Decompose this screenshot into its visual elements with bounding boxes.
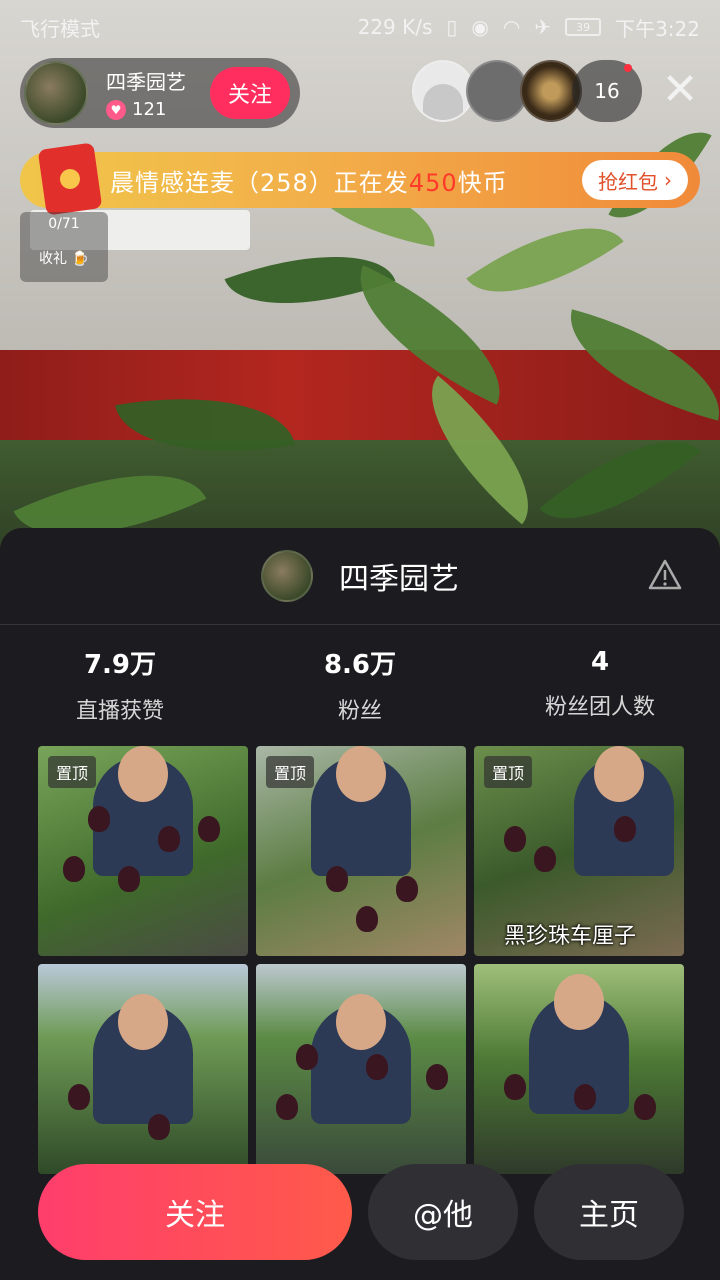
face	[336, 746, 386, 802]
fruit	[574, 1084, 596, 1110]
host-follow-button[interactable]: 关注	[210, 67, 290, 119]
fruit	[396, 876, 418, 902]
promo-amount: 450	[408, 168, 458, 197]
battery-level: 39	[576, 20, 591, 34]
host-info: 四季园艺 ♥ 121	[106, 66, 186, 120]
video-thumbnail[interactable]: 置顶	[256, 746, 466, 956]
fruit	[326, 866, 348, 892]
video-thumbnail[interactable]	[474, 964, 684, 1174]
pinned-badge: 置顶	[266, 756, 315, 788]
viewer-list[interactable]: 16	[412, 60, 642, 122]
fruit	[68, 1084, 90, 1110]
profile-header: 四季园艺	[0, 528, 720, 624]
battery-icon: 39	[565, 18, 602, 36]
vibrate-icon: ▯	[446, 15, 458, 39]
fruit	[276, 1094, 298, 1120]
fruit	[198, 816, 220, 842]
status-bar: 飞行模式 229 K/s ▯ ◉ ◠ ✈ 39 下午3:22	[0, 0, 720, 54]
homepage-button[interactable]: 主页	[534, 1164, 684, 1260]
grab-label: 抢红包	[598, 169, 658, 194]
default-avatar-icon	[423, 84, 463, 120]
follow-button[interactable]: 关注	[38, 1164, 352, 1260]
fruit	[296, 1044, 318, 1070]
beer-icon: 🍺	[71, 251, 89, 267]
video-thumbnail[interactable]	[38, 964, 248, 1174]
face	[118, 746, 168, 802]
video-thumbnail[interactable]: 置顶	[38, 746, 248, 956]
face	[554, 974, 604, 1030]
stat-label: 粉丝	[337, 698, 382, 724]
fruit	[118, 866, 140, 892]
stat-label: 粉丝团人数	[544, 695, 655, 720]
pinned-badge: 置顶	[484, 756, 533, 788]
profile-stats: 7.9万 直播获赞 8.6万 粉丝 4 粉丝团人数	[0, 625, 720, 743]
clock: 下午3:22	[615, 16, 700, 41]
net-speed: 229 K/s	[357, 15, 433, 39]
viewer-avatar[interactable]	[466, 60, 528, 122]
gift-label: 收礼	[39, 251, 68, 267]
status-icons: 229 K/s ▯ ◉ ◠ ✈ 39 下午3:22	[358, 13, 700, 42]
fruit	[158, 826, 180, 852]
host-name: 四季园艺	[106, 70, 186, 94]
host-likes: ♥ 121	[106, 99, 186, 120]
face	[336, 994, 386, 1050]
gift-progress-count: 0/71	[48, 216, 80, 232]
viewer-avatar[interactable]	[412, 60, 474, 122]
red-packet-icon	[37, 142, 103, 216]
airplane-mode-text: 飞行模式	[20, 16, 100, 41]
host-likes-count: 121	[132, 99, 167, 120]
stat-fans[interactable]: 8.6万 粉丝	[240, 625, 480, 743]
fruit	[356, 906, 378, 932]
stat-fan-club[interactable]: 4 粉丝团人数	[480, 625, 720, 743]
fruit	[88, 806, 110, 832]
stat-label: 直播获赞	[75, 698, 164, 724]
promo-text-suffix: 快币	[457, 168, 508, 197]
grab-red-packet-button[interactable]: 抢红包 ›	[582, 160, 688, 200]
eye-icon: ◉	[471, 15, 489, 39]
host-info-bar[interactable]: 四季园艺 ♥ 121 关注	[20, 58, 300, 128]
heart-icon: ♥	[106, 99, 126, 120]
stat-value: 8.6万	[323, 649, 397, 680]
fruit	[426, 1064, 448, 1090]
promo-text: 晨情感连麦（258）正在发450快币	[110, 163, 508, 198]
face	[118, 994, 168, 1050]
video-thumbnail[interactable]	[256, 964, 466, 1174]
fruit	[366, 1054, 388, 1080]
fruit	[148, 1114, 170, 1140]
fruit	[504, 826, 526, 852]
fruit	[634, 1094, 656, 1120]
wifi-icon: ◠	[502, 15, 521, 39]
video-caption: 黑珍珠车厘子	[504, 924, 637, 949]
fruit	[504, 1074, 526, 1100]
stat-value: 4	[590, 647, 610, 677]
stat-likes: 7.9万 直播获赞	[0, 625, 240, 743]
face	[594, 746, 644, 802]
profile-name: 四季园艺	[339, 562, 459, 597]
video-thumbnail[interactable]: 置顶 黑珍珠车厘子	[474, 746, 684, 956]
warning-icon[interactable]	[648, 558, 682, 592]
profile-sheet: 四季园艺 7.9万 直播获赞 8.6万 粉丝 4 粉丝团人数 置顶 置顶 置顶 …	[0, 528, 720, 1280]
close-icon[interactable]: ✕	[656, 66, 704, 114]
video-grid: 置顶 置顶 置顶 黑珍珠车厘子	[38, 746, 684, 1174]
airplane-icon: ✈	[534, 15, 552, 39]
promo-text-prefix: 晨情感连麦（258）正在发	[110, 168, 409, 197]
coin-icon	[58, 167, 82, 191]
viewer-count[interactable]: 16	[572, 60, 642, 122]
chevron-right-icon: ›	[664, 168, 672, 192]
red-packet-banner[interactable]: 晨情感连麦（258）正在发450快币 抢红包 ›	[20, 142, 700, 216]
profile-actions: 关注 @他 主页	[38, 1164, 684, 1260]
host-avatar[interactable]	[24, 61, 88, 125]
profile-avatar[interactable]	[261, 550, 313, 602]
fruit	[63, 856, 85, 882]
gift-label-row: 收礼 🍺	[20, 248, 108, 268]
fruit	[614, 816, 636, 842]
fruit	[534, 846, 556, 872]
pinned-badge: 置顶	[48, 756, 97, 788]
stat-value: 7.9万	[83, 649, 157, 680]
mention-button[interactable]: @他	[368, 1164, 518, 1260]
gift-progress[interactable]: 0/71 收礼 🍺	[20, 212, 108, 282]
